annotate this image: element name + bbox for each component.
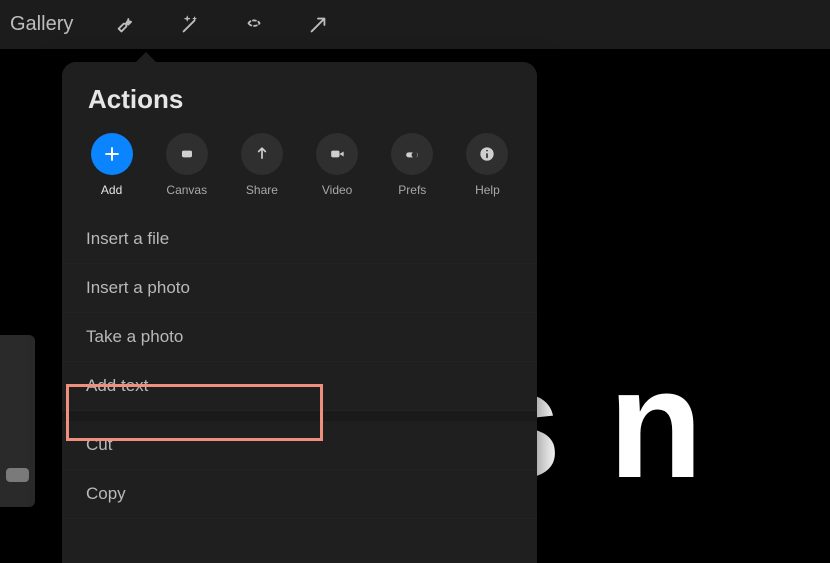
tab-video[interactable]: Video bbox=[312, 133, 363, 197]
menu-insert-photo[interactable]: Insert a photo bbox=[62, 264, 537, 313]
tab-label: Canvas bbox=[166, 183, 207, 197]
brush-size-slider[interactable] bbox=[0, 335, 35, 507]
prefs-icon bbox=[391, 133, 433, 175]
tab-canvas[interactable]: Canvas bbox=[161, 133, 212, 197]
menu-add-text[interactable]: Add text bbox=[62, 362, 537, 411]
actions-menu: Insert a file Insert a photo Take a phot… bbox=[62, 215, 537, 519]
popover-arrow bbox=[135, 52, 157, 63]
menu-cut[interactable]: Cut bbox=[62, 421, 537, 470]
tab-help[interactable]: Help bbox=[462, 133, 513, 197]
actions-title: Actions bbox=[62, 62, 537, 133]
selection-icon[interactable] bbox=[235, 6, 273, 44]
actions-panel: Actions Add Canvas Share Video bbox=[62, 62, 537, 563]
tab-label: Help bbox=[475, 183, 500, 197]
plus-icon bbox=[91, 133, 133, 175]
menu-separator bbox=[62, 411, 537, 421]
menu-take-photo[interactable]: Take a photo bbox=[62, 313, 537, 362]
wrench-icon[interactable] bbox=[107, 6, 145, 44]
tab-label: Share bbox=[246, 183, 278, 197]
menu-insert-file[interactable]: Insert a file bbox=[62, 215, 537, 264]
slider-thumb[interactable] bbox=[6, 468, 29, 482]
topbar: Gallery bbox=[0, 0, 830, 49]
actions-tabs: Add Canvas Share Video Prefs bbox=[62, 133, 537, 207]
tab-label: Video bbox=[322, 183, 352, 197]
video-icon bbox=[316, 133, 358, 175]
tab-share[interactable]: Share bbox=[236, 133, 287, 197]
cursor-icon[interactable] bbox=[299, 6, 337, 44]
canvas-icon bbox=[166, 133, 208, 175]
gallery-button[interactable]: Gallery bbox=[10, 13, 73, 36]
tab-prefs[interactable]: Prefs bbox=[387, 133, 438, 197]
share-icon bbox=[241, 133, 283, 175]
magic-wand-icon[interactable] bbox=[171, 6, 209, 44]
menu-copy[interactable]: Copy bbox=[62, 470, 537, 519]
tab-label: Add bbox=[101, 183, 122, 197]
help-icon bbox=[466, 133, 508, 175]
tab-add[interactable]: Add bbox=[86, 133, 137, 197]
tab-label: Prefs bbox=[398, 183, 426, 197]
